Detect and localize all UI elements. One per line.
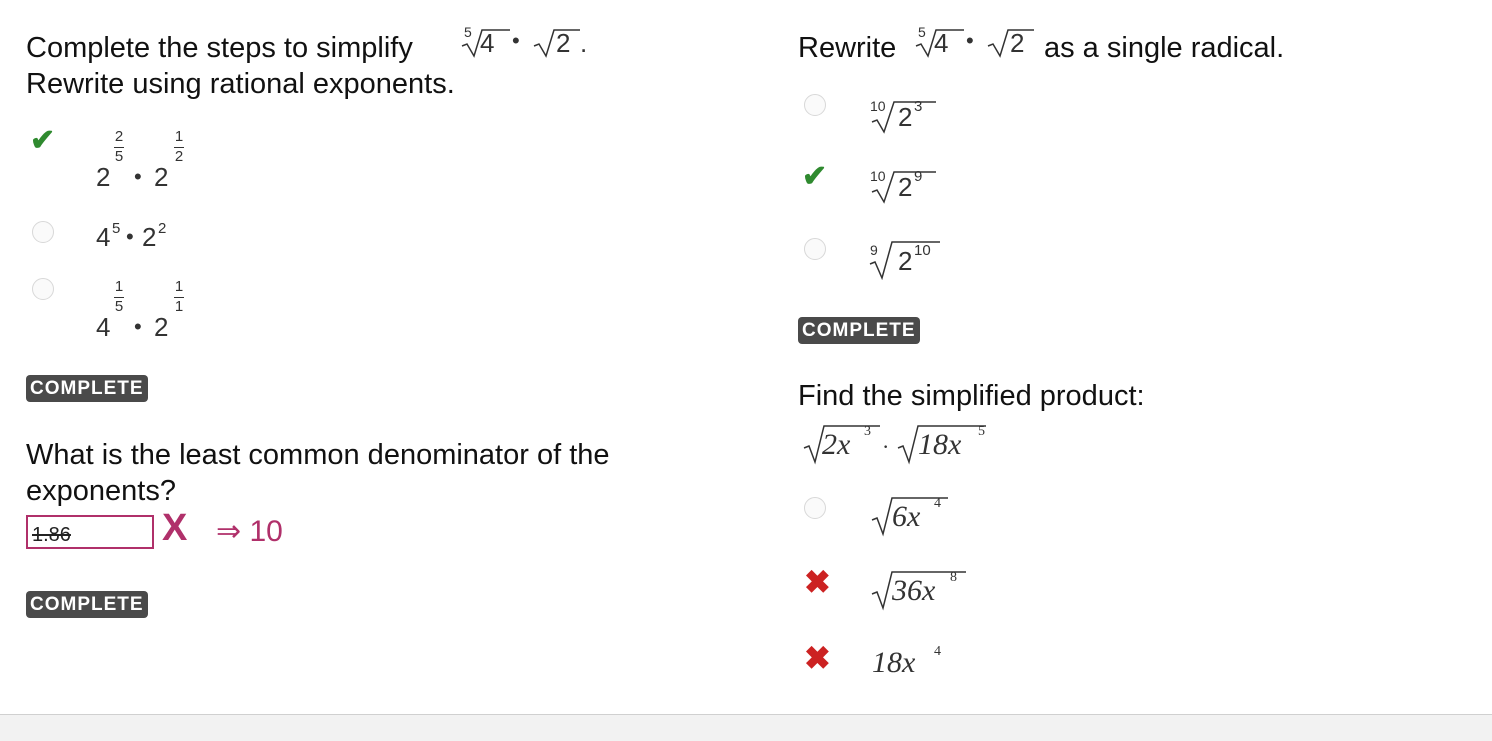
exponent: 3 — [914, 98, 923, 115]
radicand: 4 — [934, 28, 949, 58]
status-badge: COMPLETE — [26, 591, 148, 618]
answer-input[interactable]: 1.86 — [26, 515, 154, 549]
base: 2 — [898, 246, 913, 276]
period: . — [580, 28, 588, 58]
radicand: 6x — [892, 500, 921, 533]
option-3a[interactable]: 10 2 3 — [870, 92, 980, 136]
radio-option-1c[interactable] — [32, 278, 54, 300]
radio-option-3c[interactable] — [804, 238, 826, 260]
base: 4 — [96, 312, 111, 342]
multiply-dot: • — [126, 224, 134, 249]
exp-denominator: 5 — [114, 298, 124, 315]
radicand: 4 — [480, 28, 495, 58]
question-1-prompt: Complete the steps to simplify — [26, 30, 413, 66]
exponent: 5 — [112, 220, 121, 237]
exponent: 3 — [864, 424, 871, 439]
option-4c[interactable]: 18x 4 — [872, 644, 972, 684]
radicand: 36x — [892, 574, 936, 607]
base: 2 — [154, 312, 169, 342]
option-1c[interactable]: 4 1 5 • 2 1 1 — [96, 276, 216, 346]
question-4-prompt: Find the simplified product: — [798, 380, 1145, 412]
option-1b[interactable]: 4 5 • 2 2 — [96, 220, 216, 256]
check-icon: ✔ — [30, 124, 56, 157]
question-1-expression: 5 4 • 2 . — [458, 22, 598, 62]
exp-numerator: 1 — [174, 278, 184, 295]
exp-denominator: 5 — [114, 148, 124, 165]
exponent: 9 — [914, 168, 923, 185]
question-3-suffix: as a single radical. — [1044, 32, 1285, 64]
exponent: 4 — [934, 496, 941, 511]
x-icon: ✖ — [804, 640, 831, 676]
base: 4 — [96, 222, 111, 252]
multiply-dot: • — [134, 314, 142, 339]
option-3c[interactable]: 9 2 10 — [868, 232, 988, 282]
question-1-subprompt: Rewrite using rational exponents. — [26, 68, 455, 100]
correct-answer: ⇒ 10 — [216, 515, 283, 548]
option-4a[interactable]: 6x 4 — [870, 492, 970, 540]
exponent: 5 — [978, 424, 985, 439]
radio-option-3a[interactable] — [804, 94, 826, 116]
base: 2 — [898, 102, 913, 132]
option-1a[interactable]: 2 2 5 • 2 1 2 — [96, 126, 216, 196]
question-1-text: Complete the steps to simplify — [26, 32, 413, 64]
radicand: 2 — [1010, 28, 1025, 58]
option-4b[interactable]: 36x 8 — [870, 566, 980, 614]
radicand: 18x — [918, 428, 962, 461]
radicand: 2x — [822, 428, 851, 461]
option-4c-text: 18x — [872, 646, 916, 679]
option-3b[interactable]: 10 2 9 — [870, 162, 980, 206]
question-3-prefix: Rewrite — [798, 32, 897, 64]
multiply-dot: • — [512, 28, 520, 53]
radio-option-4a[interactable] — [804, 497, 826, 519]
exponent: 4 — [934, 644, 941, 659]
status-badge: COMPLETE — [26, 375, 148, 402]
x-icon: ✖ — [804, 564, 831, 600]
question-4-expression: 2x 3 · 18x 5 — [798, 420, 998, 470]
multiply-dot: · — [882, 434, 890, 459]
exponent: 10 — [914, 242, 931, 259]
multiply-dot: • — [966, 28, 974, 53]
exp-denominator: 1 — [174, 298, 184, 315]
check-icon: ✔ — [802, 160, 828, 193]
question-2-prompt: What is the least common denominator of … — [26, 439, 610, 471]
base: 2 — [142, 222, 157, 252]
exp-numerator: 1 — [174, 128, 184, 145]
exp-numerator: 1 — [114, 278, 124, 295]
radio-option-1b[interactable] — [32, 221, 54, 243]
base: 2 — [154, 162, 169, 192]
answer-input-value: 1.86 — [32, 524, 71, 546]
base: 2 — [96, 162, 111, 192]
question-3-expression: 5 4 • 2 — [912, 22, 1040, 62]
radicand: 2 — [556, 28, 571, 58]
x-icon: X — [162, 507, 188, 549]
bottom-bar — [0, 714, 1492, 741]
exp-denominator: 2 — [174, 148, 184, 165]
question-2-prompt-cont: exponents? — [26, 475, 176, 507]
multiply-dot: • — [134, 164, 142, 189]
exp-numerator: 2 — [114, 128, 124, 145]
exponent: 2 — [158, 220, 167, 237]
base: 2 — [898, 172, 913, 202]
exponent: 8 — [950, 570, 957, 585]
status-badge: COMPLETE — [798, 317, 920, 344]
